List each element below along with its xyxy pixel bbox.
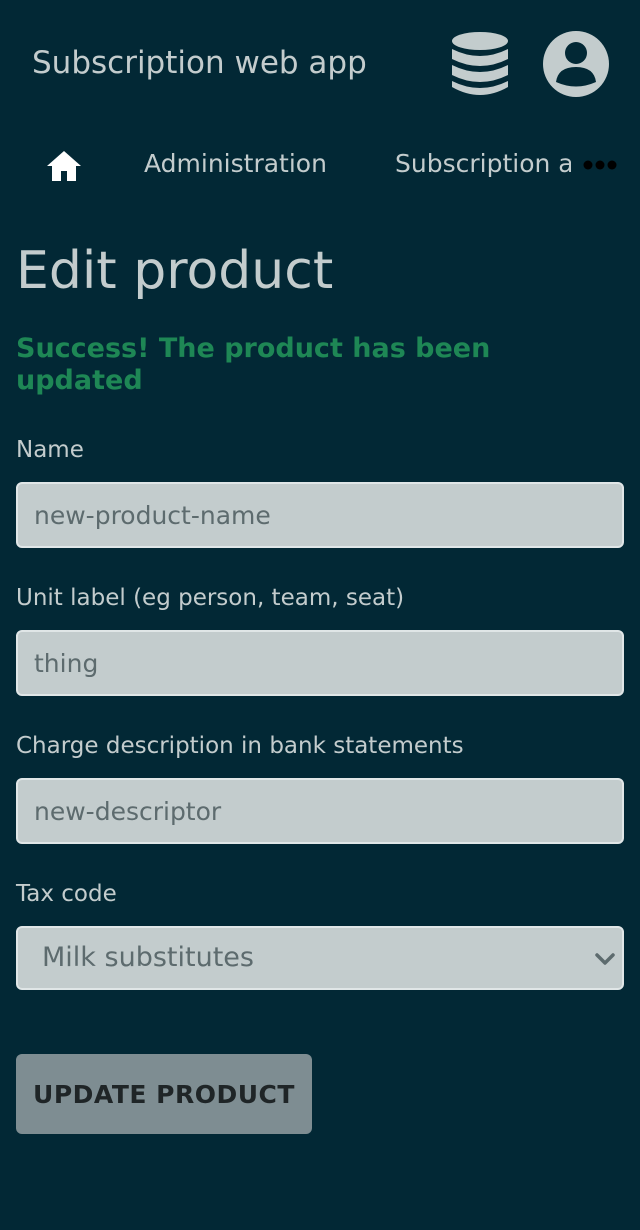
- nav-item-administration[interactable]: Administration: [144, 146, 327, 182]
- database-icon[interactable]: [450, 30, 510, 98]
- descriptor-label: Charge description in bank statements: [16, 733, 464, 759]
- home-icon[interactable]: [46, 150, 82, 182]
- unit-label-label: Unit label (eg person, team, seat): [16, 585, 405, 611]
- update-product-button[interactable]: UPDATE PRODUCT: [16, 1054, 312, 1134]
- more-horizontal-icon[interactable]: [582, 158, 618, 172]
- app-title[interactable]: Subscription web app: [32, 42, 367, 84]
- app-header: Subscription web app: [0, 0, 640, 128]
- nav-item-subscriptions[interactable]: Subscription a: [395, 146, 571, 182]
- page-title: Edit product: [16, 241, 334, 301]
- nav-bar: Administration Subscription a: [0, 136, 640, 192]
- name-label: Name: [16, 437, 84, 463]
- tax-code-select[interactable]: Milk substitutes: [16, 926, 624, 990]
- user-account-icon[interactable]: [543, 31, 609, 97]
- success-message: Success! The product has been updated: [16, 333, 491, 396]
- descriptor-input[interactable]: [16, 778, 624, 844]
- tax-code-label: Tax code: [16, 881, 117, 907]
- unit-label-input[interactable]: [16, 630, 624, 696]
- chevron-down-icon: [595, 953, 615, 965]
- name-input[interactable]: [16, 482, 624, 548]
- tax-code-selected-value: Milk substitutes: [42, 942, 254, 973]
